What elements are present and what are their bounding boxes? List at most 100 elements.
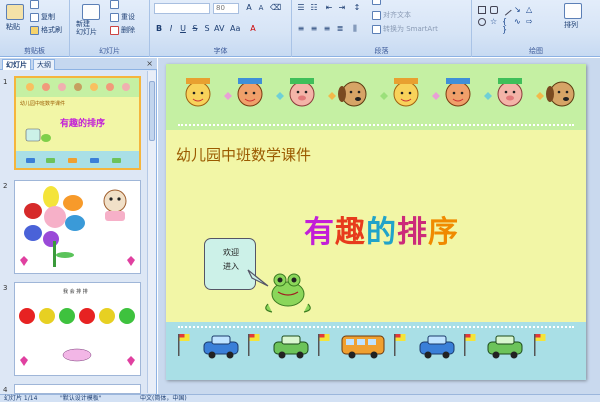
slide-subtitle[interactable]: 幼儿园中班数学课件	[176, 144, 311, 165]
theme-name[interactable]: "默认设计模板"	[60, 395, 102, 402]
rounded-rect-shape-icon[interactable]	[490, 6, 498, 14]
numbering-icon[interactable]: ☷	[309, 3, 319, 13]
font-group-label: 字体	[213, 47, 228, 55]
block-arrow-shape-icon[interactable]: ⇨	[526, 18, 534, 26]
paragraph-group: ☰ ☷ ⇤ ⇥ ↕ 对齐文本 转换为 SmartArt ≡ ≡ ≡ ≣ ⫼ 段落	[292, 0, 472, 57]
new-slide-label: 新建 幻灯片	[76, 20, 97, 36]
flag-icon	[464, 334, 476, 356]
slide-thumbnail-3[interactable]: 我 会 排 排	[14, 282, 141, 376]
layout-button[interactable]	[110, 0, 119, 9]
panel-tabs: 幻灯片 大纲 ×	[0, 58, 157, 70]
delete-button[interactable]: 删除	[110, 25, 135, 35]
change-case-button[interactable]: Aa	[230, 24, 240, 34]
align-text-icon	[372, 10, 381, 20]
strikethrough-button[interactable]: S	[190, 24, 200, 34]
bullets-icon[interactable]: ☰	[296, 3, 306, 13]
star-shape-icon[interactable]: ☆	[490, 18, 498, 26]
align-text-button[interactable]: 对齐文本	[372, 10, 411, 20]
tab-slides-label: 幻灯片	[6, 61, 27, 69]
title-char: 排	[397, 215, 428, 250]
title-char: 有	[304, 215, 335, 250]
font-color-button[interactable]: A	[248, 24, 258, 34]
align-center-icon[interactable]: ≡	[309, 24, 319, 34]
tab-outline-label: 大纲	[37, 61, 51, 69]
layout-icon	[110, 0, 119, 9]
sun-face-icon	[185, 78, 211, 107]
rectangle-shape-icon[interactable]	[478, 6, 486, 14]
slide-thumbnail-1[interactable]: 幼儿园中班数学课件 有趣的排序	[14, 76, 141, 170]
arrow-shape-icon[interactable]: ↘	[514, 6, 522, 14]
shadow-button[interactable]: S	[202, 24, 212, 34]
oval-shape-icon[interactable]	[478, 18, 486, 26]
paste-label: 粘贴	[6, 23, 20, 31]
reset-icon	[110, 12, 119, 22]
line-spacing-icon[interactable]: ↕	[352, 3, 362, 13]
justify-icon[interactable]: ≣	[335, 24, 345, 34]
thumb-2-art	[15, 181, 140, 273]
align-right-icon[interactable]: ≡	[322, 24, 332, 34]
brace-shape-icon[interactable]: { }	[502, 18, 510, 34]
clipboard-group: 粘贴 复制 格式刷 剪贴板	[0, 0, 70, 57]
line-shape-icon[interactable]	[500, 4, 512, 16]
reset-label: 重设	[121, 13, 135, 21]
character-row-art	[185, 78, 575, 107]
clear-format-icon[interactable]: ⌫	[270, 3, 281, 13]
title-char: 序	[428, 215, 459, 250]
title-char: 的	[366, 215, 397, 250]
tab-outline[interactable]: 大纲	[33, 59, 55, 70]
columns-icon[interactable]: ⫼	[350, 24, 360, 34]
increase-indent-icon[interactable]: ⇥	[337, 3, 347, 13]
panel-scrollbar[interactable]	[147, 71, 156, 393]
text-direction-icon	[372, 0, 381, 5]
convert-smartart-button[interactable]: 转换为 SmartArt	[372, 24, 438, 34]
underline-button[interactable]: U	[178, 24, 188, 34]
flag-icon	[318, 334, 330, 356]
close-icon[interactable]: ×	[146, 59, 153, 68]
thumb-3-art	[19, 308, 135, 366]
italic-button[interactable]: I	[166, 24, 176, 34]
grow-font-button[interactable]: A	[244, 3, 254, 13]
font-name-box[interactable]	[154, 3, 210, 14]
reset-button[interactable]: 重设	[110, 12, 135, 22]
scissors-icon	[30, 0, 39, 9]
bold-button[interactable]: B	[154, 24, 164, 34]
new-slide-icon[interactable]	[82, 4, 100, 20]
slide-thumbnail-4[interactable]	[14, 384, 141, 394]
cut-button[interactable]	[30, 0, 39, 9]
drawing-group: ↘ △ ☆ { } ∿ ⇨ 排列 绘图	[472, 0, 600, 57]
paragraph-group-label: 段落	[374, 47, 389, 55]
slides-panel: 幻灯片 大纲 × 1 幼儿园中班数学课件 有趣的排序 2 3 我 会 排 排 4	[0, 58, 157, 394]
frog-icon	[265, 273, 311, 313]
font-size-box[interactable]: 80	[213, 3, 239, 14]
current-slide[interactable]: 幼儿园中班数学课件 有趣的排序 欢迎 进入	[166, 64, 586, 380]
tiger-face-icon	[445, 78, 471, 107]
tab-slides[interactable]: 幻灯片	[2, 59, 31, 70]
text-direction-button[interactable]	[372, 0, 381, 5]
paste-icon[interactable]	[6, 4, 24, 20]
slide-title[interactable]: 有趣的排序	[304, 207, 459, 251]
format-painter-button[interactable]: 格式刷	[30, 25, 62, 35]
curve-shape-icon[interactable]: ∿	[514, 18, 522, 26]
language-indicator[interactable]: 中文(简体，中国)	[140, 395, 187, 402]
copy-button[interactable]: 复制	[30, 12, 55, 22]
thumbnail-number: 3	[3, 284, 8, 292]
slides-group-label: 幻灯片	[99, 47, 120, 55]
shrink-font-button[interactable]: A	[256, 3, 266, 13]
convert-smartart-label: 转换为 SmartArt	[383, 25, 438, 33]
blue-car-icon	[419, 335, 455, 359]
scrollbar-thumb[interactable]	[149, 81, 155, 141]
decrease-indent-icon[interactable]: ⇤	[324, 3, 334, 13]
triangle-shape-icon[interactable]: △	[526, 6, 534, 14]
pig-face-icon	[289, 78, 315, 107]
arrange-icon[interactable]	[564, 3, 582, 19]
slide-thumbnail-2[interactable]	[14, 180, 141, 274]
thumbnail-number: 2	[3, 182, 8, 190]
font-size-value: 80	[216, 4, 225, 12]
align-left-icon[interactable]: ≡	[296, 24, 306, 34]
arrange-button[interactable]: 排列	[564, 20, 578, 30]
spacing-button[interactable]: AV	[214, 24, 224, 34]
sun-face-icon	[393, 78, 419, 107]
clipboard-group-label: 剪贴板	[24, 47, 45, 55]
new-slide-button[interactable]: 新建 幻灯片	[76, 20, 97, 36]
paste-button[interactable]: 粘贴	[6, 22, 20, 32]
